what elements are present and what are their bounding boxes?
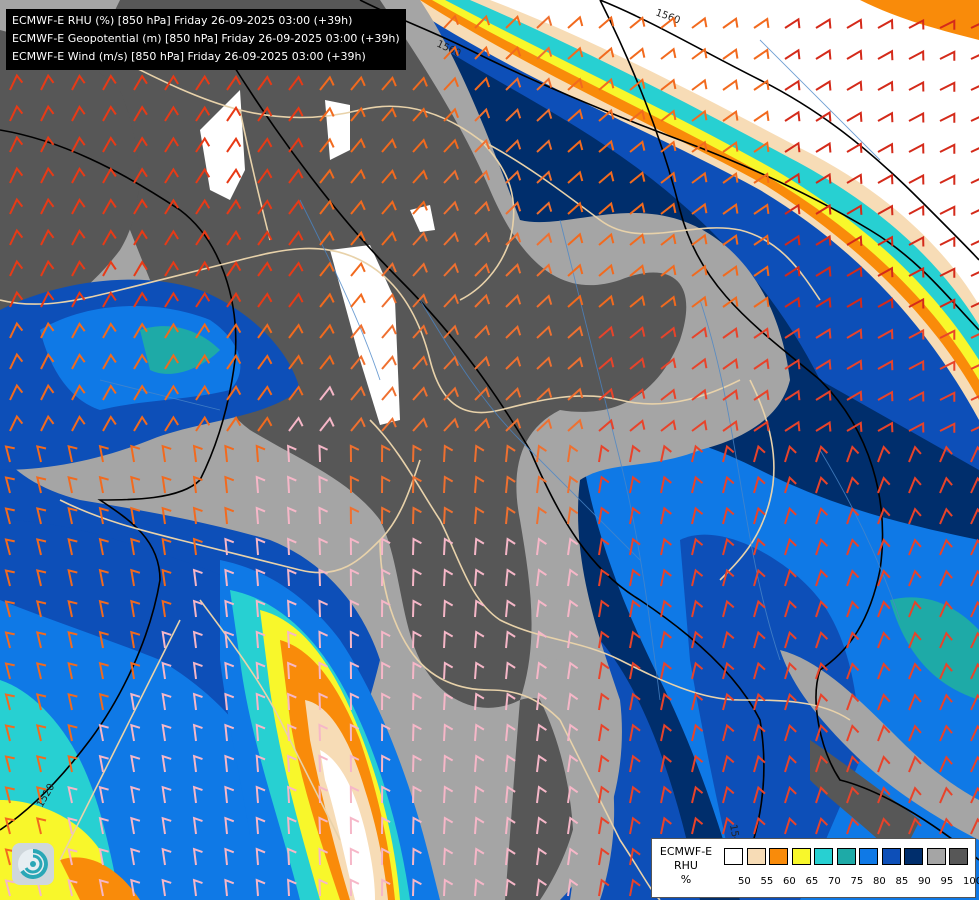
legend-swatch <box>904 848 923 865</box>
legend-title: ECMWF-E <box>659 845 713 858</box>
legend-tick: 65 <box>805 876 819 887</box>
legend-tick: 55 <box>760 876 774 887</box>
map-header: ECMWF-E RHU (%) [850 hPa] Friday 26-09-2… <box>6 9 406 70</box>
legend-field: RHU <box>674 859 698 872</box>
legend-swatch <box>949 848 968 865</box>
header-line-geopotential: ECMWF-E Geopotential (m) [850 hPa] Frida… <box>12 32 400 45</box>
legend-tick: 90 <box>918 876 931 887</box>
legend-tick: 85 <box>895 876 909 887</box>
legend-swatch <box>881 848 901 865</box>
header-line-rhu: ECMWF-E RHU (%) [850 hPa] Friday 26-09-2… <box>12 14 353 27</box>
legend-tick: 70 <box>828 876 841 887</box>
weather-map: 1560 1560 1520 154 <box>0 0 979 900</box>
legend-swatch <box>814 848 833 865</box>
legend-tick: 80 <box>873 876 886 887</box>
legend-unit: % <box>680 873 692 886</box>
legend-tick: 100 <box>963 876 979 887</box>
header-line-wind: ECMWF-E Wind (m/s) [850 hPa] Friday 26-0… <box>12 50 366 63</box>
ecmwf-logo-icon <box>12 843 54 885</box>
legend-tick: 75 <box>850 876 864 887</box>
legend-swatch <box>724 848 743 865</box>
legend-swatch <box>769 848 788 865</box>
legend-swatch <box>836 848 856 865</box>
rhu-legend: ECMWF-E RHU % 50 55 60 65 70 75 80 85 90 95 100 <box>651 838 979 898</box>
legend-tick: 60 <box>783 876 796 887</box>
legend-swatch <box>746 848 766 865</box>
legend-tick: 95 <box>940 876 954 887</box>
legend-tick: 50 <box>738 876 751 887</box>
legend-swatch <box>926 848 946 865</box>
legend-swatch <box>859 848 878 865</box>
legend-swatch <box>791 848 811 865</box>
